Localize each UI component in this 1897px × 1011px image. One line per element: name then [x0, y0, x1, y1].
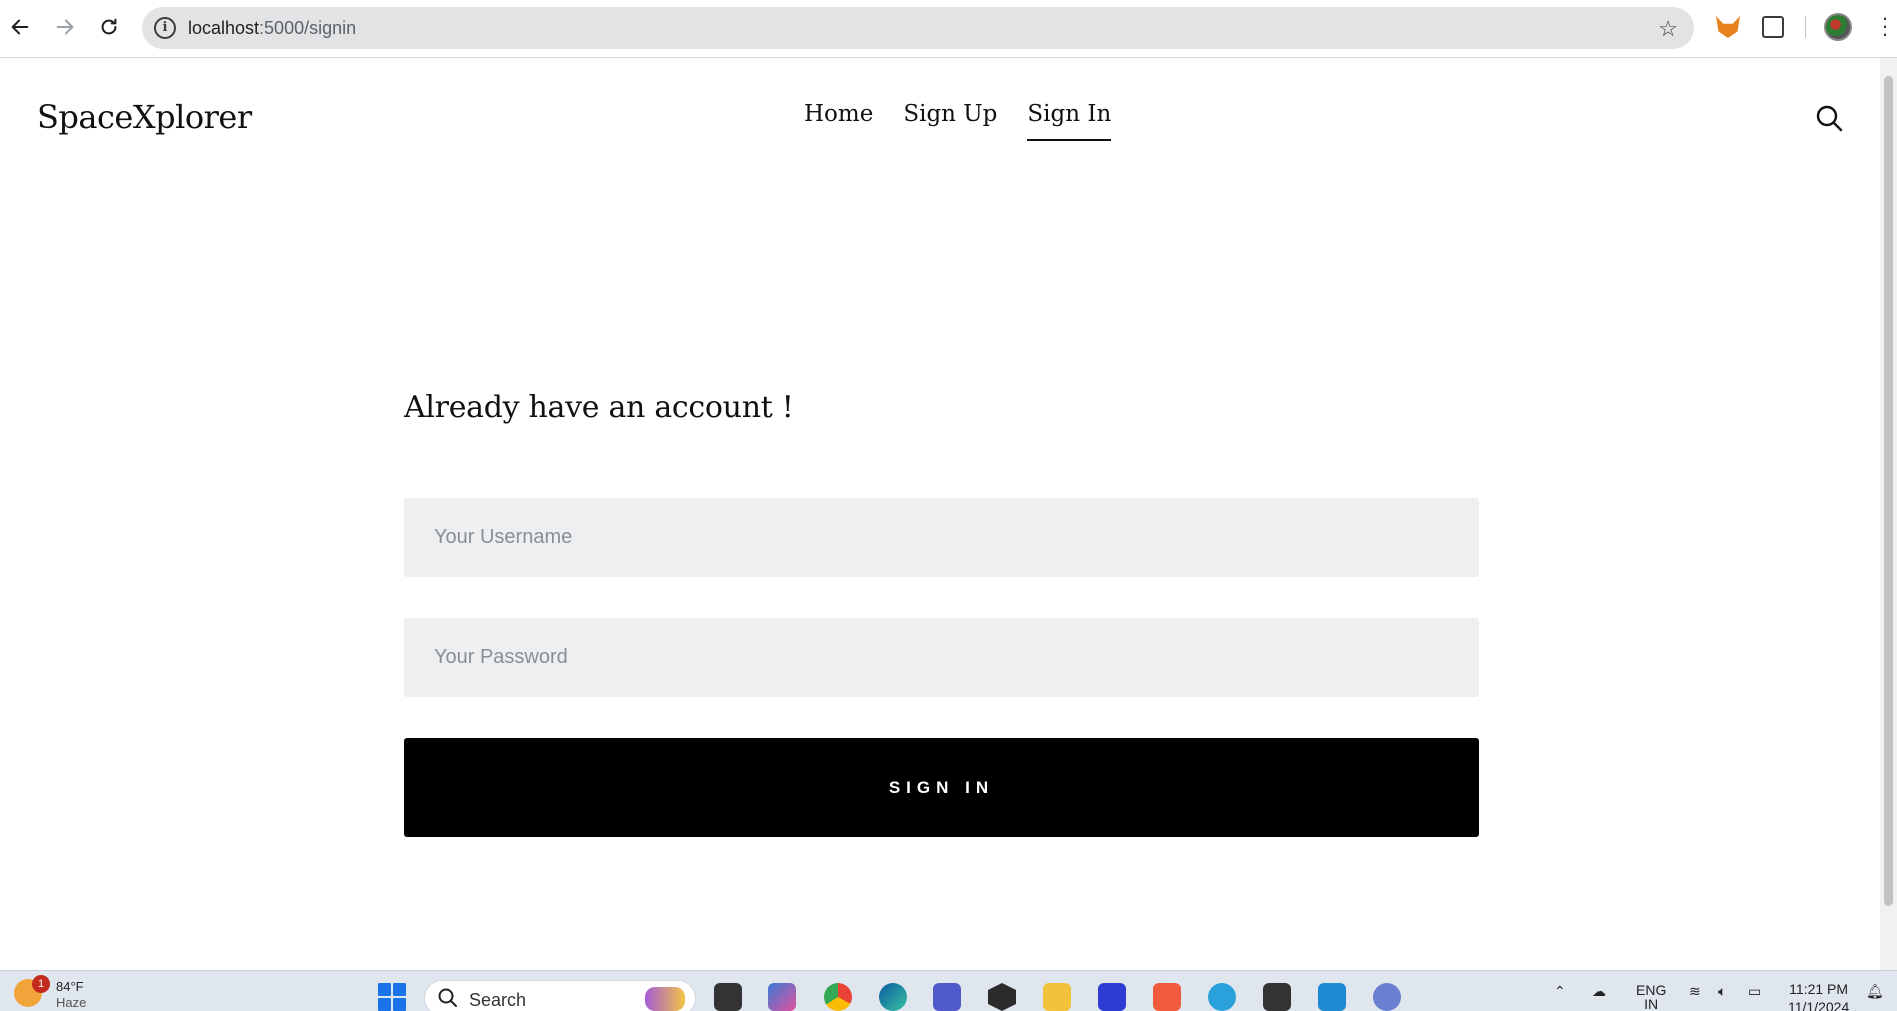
- site-logo[interactable]: SpaceXplorer: [37, 98, 252, 136]
- browser-menu-icon[interactable]: · · ·: [1880, 7, 1890, 45]
- unity-icon[interactable]: [988, 983, 1016, 1011]
- weather-condition: Haze: [56, 995, 87, 1010]
- language-indicator[interactable]: ENG IN: [1636, 983, 1666, 1011]
- wifi-icon[interactable]: ≋: [1689, 983, 1701, 1000]
- weather-temp: 84°F: [56, 979, 84, 994]
- toolbar-divider: [1805, 16, 1806, 38]
- taskbar-search-label: Search: [469, 990, 527, 1010]
- system-clock[interactable]: 11:21 PM 11/1/2024: [1788, 980, 1849, 1011]
- browser-toolbar: i localhost:5000/signin ☆ · · ·: [0, 0, 1897, 58]
- vscode-icon[interactable]: [1318, 983, 1346, 1011]
- page-scrollbar[interactable]: [1880, 58, 1897, 970]
- back-icon[interactable]: [5, 12, 35, 42]
- extensions-puzzle-icon[interactable]: [1759, 13, 1787, 41]
- dev-app-icon[interactable]: [1373, 983, 1401, 1011]
- nav-sign-in[interactable]: Sign In: [1027, 101, 1112, 141]
- arc-app-icon[interactable]: [1098, 983, 1126, 1011]
- site-info-icon[interactable]: i: [154, 17, 176, 39]
- notification-badge: 1: [32, 975, 50, 993]
- notifications-bell-icon[interactable]: 🔔︎: [1866, 983, 1884, 1000]
- battery-icon[interactable]: ▭: [1748, 983, 1761, 1000]
- sign-in-button[interactable]: SIGN IN: [404, 738, 1479, 837]
- task-view-icon[interactable]: [714, 983, 742, 1011]
- onedrive-icon[interactable]: ☁: [1592, 983, 1606, 1000]
- address-bar[interactable]: i localhost:5000/signin ☆: [142, 7, 1694, 49]
- terminal-icon[interactable]: [1263, 983, 1291, 1011]
- tray-chevron-icon[interactable]: ⌃: [1554, 983, 1566, 1000]
- taskbar-search[interactable]: Search: [424, 980, 696, 1011]
- forward-icon[interactable]: [50, 12, 80, 42]
- search-icon[interactable]: [1814, 103, 1844, 133]
- username-field[interactable]: [404, 498, 1479, 577]
- metamask-extension-icon[interactable]: [1714, 13, 1742, 41]
- windows-start-icon[interactable]: [378, 983, 406, 1011]
- form-title: Already have an account !: [404, 390, 794, 425]
- nav-home[interactable]: Home: [804, 101, 873, 141]
- weather-widget[interactable]: 1 84°F Haze: [14, 975, 87, 1011]
- chrome-icon[interactable]: [824, 983, 852, 1011]
- teams-icon[interactable]: [933, 983, 961, 1011]
- password-field[interactable]: [404, 618, 1479, 697]
- main-nav: Home Sign Up Sign In: [804, 101, 1112, 141]
- reload-icon[interactable]: [94, 12, 124, 42]
- profile-avatar[interactable]: [1824, 13, 1852, 41]
- signin-form: Already have an account ! SIGN IN: [404, 390, 1479, 837]
- git-app-icon[interactable]: [1153, 983, 1181, 1011]
- copilot-icon[interactable]: [768, 983, 796, 1011]
- file-explorer-icon[interactable]: [1043, 983, 1071, 1011]
- nav-sign-up[interactable]: Sign Up: [903, 101, 997, 141]
- windows-taskbar: 1 84°F Haze Search ⌃ ☁ ENG IN ≋ 🔈︎ ▭ 11:…: [0, 970, 1897, 1011]
- weather-icon: 1: [14, 975, 50, 1007]
- search-highlight-icon: [645, 987, 685, 1011]
- url-text[interactable]: localhost:5000/signin: [188, 18, 356, 39]
- search-magnifier-icon: [438, 988, 457, 1007]
- scrollbar-thumb[interactable]: [1884, 76, 1893, 906]
- volume-icon[interactable]: 🔈︎: [1718, 983, 1726, 1000]
- telegram-icon[interactable]: [1208, 983, 1236, 1011]
- site-header: SpaceXplorer Home Sign Up Sign In: [0, 58, 1880, 173]
- bookmark-star-icon[interactable]: ☆: [1658, 16, 1678, 42]
- edge-icon[interactable]: [879, 983, 907, 1011]
